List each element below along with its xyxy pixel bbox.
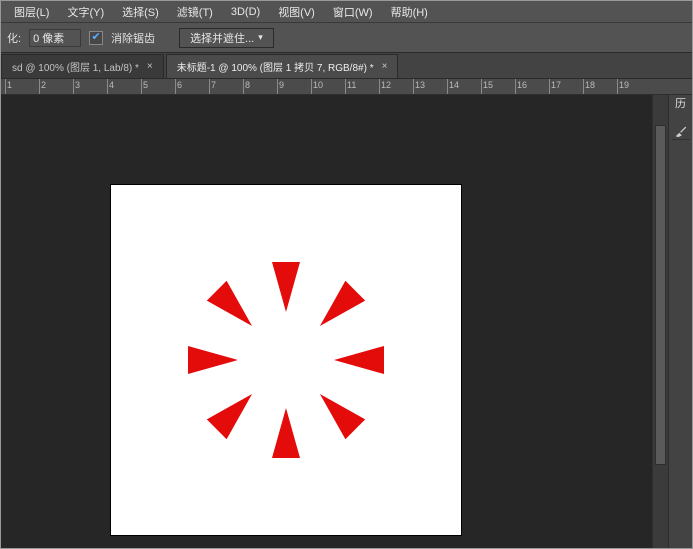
ruler-number: 19 xyxy=(619,80,629,90)
ruler-number: 7 xyxy=(211,80,216,90)
antialias-label: 消除锯齿 xyxy=(111,30,155,46)
ruler-number: 3 xyxy=(75,80,80,90)
red-triangle xyxy=(334,346,384,374)
canvas-viewport[interactable] xyxy=(1,95,668,548)
red-triangle xyxy=(272,408,300,458)
tab-label: 未标题-1 @ 100% (图层 1 拷贝 7, RGB/8#) * xyxy=(177,59,374,74)
workspace: 历 xyxy=(1,95,692,548)
tolerance-label: 化: xyxy=(7,30,21,46)
ruler-number: 12 xyxy=(381,80,391,90)
vertical-scrollbar[interactable] xyxy=(652,95,668,548)
tolerance-input[interactable] xyxy=(29,29,81,47)
document-tabs: sd @ 100% (图层 1, Lab/8) * × 未标题-1 @ 100%… xyxy=(1,53,692,79)
ruler-number: 5 xyxy=(143,80,148,90)
menu-3d[interactable]: 3D(D) xyxy=(222,3,269,21)
brush-icon[interactable] xyxy=(672,122,690,140)
ruler-horizontal[interactable]: 12345678910111213141516171819 xyxy=(1,79,692,95)
panels-dock: 历 xyxy=(668,95,692,548)
ruler-tick xyxy=(447,79,448,95)
document-canvas[interactable] xyxy=(111,185,461,535)
ruler-tick xyxy=(5,79,6,95)
ruler-tick xyxy=(413,79,414,95)
doc-tab-2[interactable]: 未标题-1 @ 100% (图层 1 拷贝 7, RGB/8#) * × xyxy=(166,54,399,78)
menu-bar: 图层(L) 文字(Y) 选择(S) 滤镜(T) 3D(D) 视图(V) 窗口(W… xyxy=(1,1,692,23)
tab-label: sd @ 100% (图层 1, Lab/8) * xyxy=(12,59,139,74)
ruler-number: 6 xyxy=(177,80,182,90)
panel-tab-history[interactable]: 历 xyxy=(675,99,686,110)
menu-select[interactable]: 选择(S) xyxy=(113,1,168,23)
ruler-tick xyxy=(515,79,516,95)
red-triangle xyxy=(207,281,252,326)
ruler-tick xyxy=(481,79,482,95)
ruler-tick xyxy=(345,79,346,95)
scrollbar-thumb[interactable] xyxy=(655,125,666,465)
ruler-number: 1 xyxy=(7,80,12,90)
antialias-checkbox[interactable] xyxy=(89,31,103,45)
canvas-artwork xyxy=(111,185,461,535)
ruler-tick xyxy=(311,79,312,95)
ruler-tick xyxy=(583,79,584,95)
red-triangle xyxy=(207,394,252,439)
menu-view[interactable]: 视图(V) xyxy=(269,1,324,23)
menu-filter[interactable]: 滤镜(T) xyxy=(168,1,222,23)
ruler-number: 10 xyxy=(313,80,323,90)
red-triangle xyxy=(188,346,238,374)
ruler-tick xyxy=(175,79,176,95)
ruler-number: 13 xyxy=(415,80,425,90)
ruler-number: 18 xyxy=(585,80,595,90)
ruler-tick xyxy=(277,79,278,95)
ruler-tick xyxy=(209,79,210,95)
red-triangle xyxy=(320,281,365,326)
ruler-number: 16 xyxy=(517,80,527,90)
menu-help[interactable]: 帮助(H) xyxy=(382,1,437,23)
ruler-number: 4 xyxy=(109,80,114,90)
doc-tab-1[interactable]: sd @ 100% (图层 1, Lab/8) * × xyxy=(1,54,164,78)
ruler-number: 17 xyxy=(551,80,561,90)
menu-window[interactable]: 窗口(W) xyxy=(324,1,382,23)
ruler-tick xyxy=(141,79,142,95)
options-bar: 化: 消除锯齿 选择并遮住... xyxy=(1,23,692,53)
ruler-number: 15 xyxy=(483,80,493,90)
close-icon[interactable]: × xyxy=(382,61,388,72)
menu-type[interactable]: 文字(Y) xyxy=(58,1,113,23)
red-triangle xyxy=(272,262,300,312)
ruler-tick xyxy=(379,79,380,95)
ruler-tick xyxy=(243,79,244,95)
ruler-number: 11 xyxy=(347,80,356,90)
ruler-tick xyxy=(549,79,550,95)
ruler-tick xyxy=(73,79,74,95)
ruler-number: 14 xyxy=(449,80,459,90)
menu-layer[interactable]: 图层(L) xyxy=(5,1,58,23)
ruler-tick xyxy=(107,79,108,95)
close-icon[interactable]: × xyxy=(147,61,153,72)
ruler-number: 8 xyxy=(245,80,250,90)
red-triangle xyxy=(320,394,365,439)
ruler-number: 9 xyxy=(279,80,284,90)
ruler-tick xyxy=(617,79,618,95)
ruler-number: 2 xyxy=(41,80,46,90)
select-and-mask-button[interactable]: 选择并遮住... xyxy=(179,28,274,48)
ruler-tick xyxy=(39,79,40,95)
